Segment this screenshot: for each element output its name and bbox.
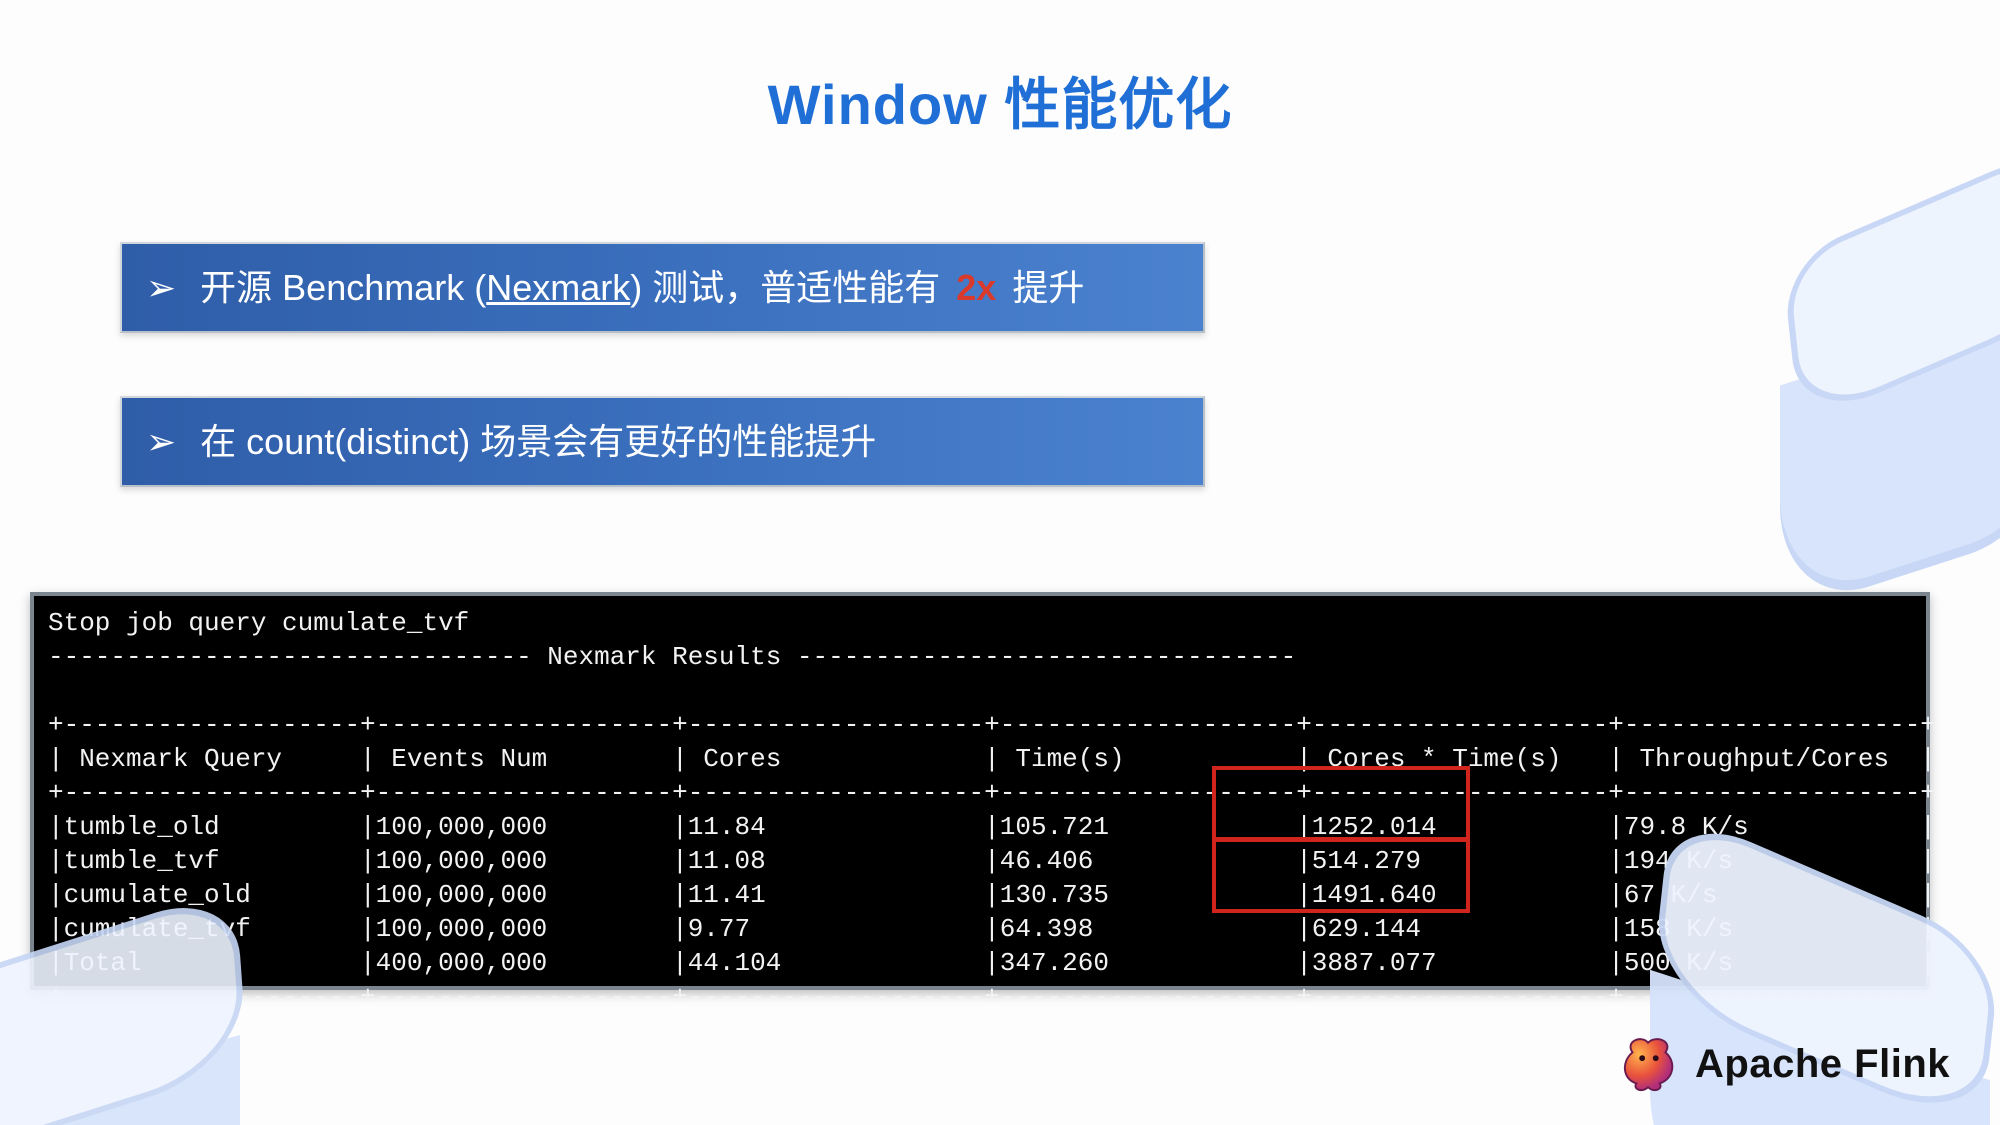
term-line: |tumble_tvf |100,000,000 |11.08 |46.406 … bbox=[48, 846, 1936, 876]
nexmark-link[interactable]: Nexmark bbox=[486, 267, 630, 308]
bullet-2-content: ➢ 在 count(distinct) 场景会有更好的性能提升 bbox=[146, 420, 1179, 463]
flink-squirrel-icon bbox=[1617, 1033, 1679, 1095]
footer-brand: Apache Flink bbox=[1617, 1033, 1950, 1095]
term-line: +-------------------+-------------------… bbox=[48, 778, 1936, 808]
slide: Window 性能优化 ➢ 开源 Benchmark (Nexmark) 测试，… bbox=[0, 0, 2000, 1125]
bullet-1-text: 开源 Benchmark (Nexmark) 测试，普适性能有 2x 提升 bbox=[200, 266, 1084, 309]
footer-brand-text: Apache Flink bbox=[1695, 1042, 1950, 1087]
bullet-2: ➢ 在 count(distinct) 场景会有更好的性能提升 bbox=[120, 396, 1205, 487]
bullet-1: ➢ 开源 Benchmark (Nexmark) 测试，普适性能有 2x 提升 bbox=[120, 242, 1205, 333]
term-line: |Total |400,000,000 |44.104 |347.260 |38… bbox=[48, 948, 1936, 978]
terminal-pre: Stop job query cumulate_tvf ------------… bbox=[48, 606, 1912, 1014]
bullet-1-mid: ) 测试，普适性能有 bbox=[630, 267, 950, 308]
bullet-1-suffix: 提升 bbox=[1002, 267, 1084, 308]
bullet-2-text: 在 count(distinct) 场景会有更好的性能提升 bbox=[200, 420, 876, 463]
slide-title: Window 性能优化 bbox=[0, 60, 2000, 141]
chevron-right-icon: ➢ bbox=[146, 420, 176, 463]
term-line: |cumulate_old |100,000,000 |11.41 |130.7… bbox=[48, 880, 1936, 910]
cloud-decoration-top-right bbox=[1690, 160, 2000, 580]
bullet-1-prefix: 开源 Benchmark ( bbox=[200, 267, 486, 308]
term-line: ------------------------------- Nexmark … bbox=[48, 642, 1296, 672]
term-line: |cumulate_tvf |100,000,000 |9.77 |64.398… bbox=[48, 914, 1936, 944]
bullet-1-highlight: 2x bbox=[956, 267, 996, 308]
term-line: +-------------------+-------------------… bbox=[48, 982, 1936, 1012]
terminal-output: Stop job query cumulate_tvf ------------… bbox=[30, 592, 1930, 990]
chevron-right-icon: ➢ bbox=[146, 266, 176, 309]
term-line: +-------------------+-------------------… bbox=[48, 710, 1936, 740]
bullet-1-content: ➢ 开源 Benchmark (Nexmark) 测试，普适性能有 2x 提升 bbox=[146, 266, 1179, 309]
term-line: | Nexmark Query | Events Num | Cores | T… bbox=[48, 744, 1936, 774]
term-line: Stop job query cumulate_tvf bbox=[48, 608, 469, 638]
term-line: |tumble_old |100,000,000 |11.84 |105.721… bbox=[48, 812, 1936, 842]
